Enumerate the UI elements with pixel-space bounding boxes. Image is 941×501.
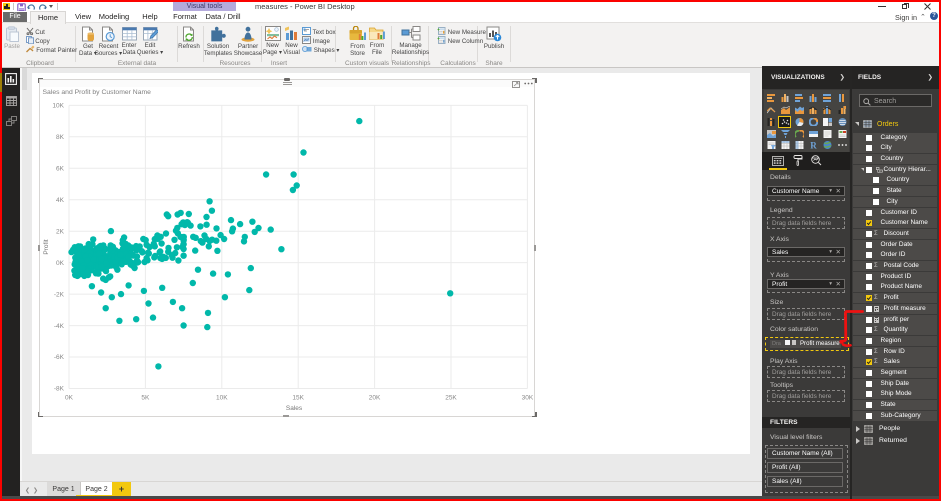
svg-text:8K: 8K [56, 134, 65, 141]
svg-text:6K: 6K [56, 166, 65, 173]
svg-text:10K: 10K [52, 103, 64, 110]
svg-text:0K: 0K [56, 260, 65, 267]
svg-text:2K: 2K [56, 228, 65, 235]
svg-text:5K: 5K [141, 395, 150, 402]
svg-text:-4K: -4K [54, 323, 65, 330]
svg-text:R: R [810, 141, 817, 149]
svg-text:4K: 4K [56, 197, 65, 204]
svg-text:-6K: -6K [54, 354, 65, 361]
svg-text:-2K: -2K [54, 291, 65, 298]
svg-text:15K: 15K [292, 395, 304, 402]
svg-text:10K: 10K [216, 395, 228, 402]
svg-text:0K: 0K [65, 395, 74, 402]
svg-text:20K: 20K [369, 395, 381, 402]
svg-text:25K: 25K [445, 395, 457, 402]
svg-text:Profit: Profit [43, 239, 50, 254]
svg-text:Sales: Sales [286, 405, 303, 412]
svg-text:-8K: -8K [54, 386, 65, 393]
svg-text:30K: 30K [522, 395, 534, 402]
